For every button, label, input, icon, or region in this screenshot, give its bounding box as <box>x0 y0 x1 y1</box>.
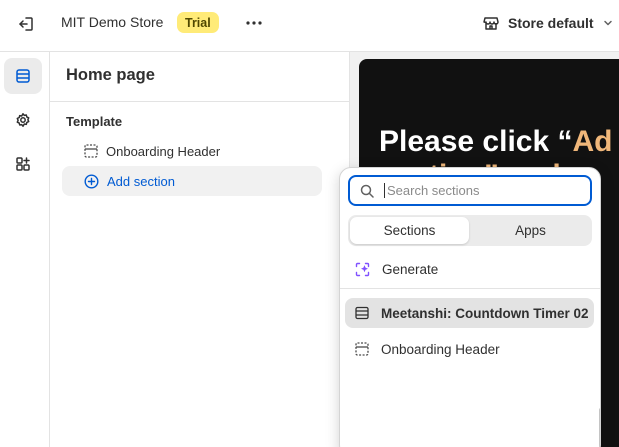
preview-heading-text: Please click “ <box>379 125 573 158</box>
generate-label: Generate <box>382 261 439 277</box>
sections-icon <box>15 68 31 84</box>
apps-icon <box>15 156 31 172</box>
page-title: Home page <box>66 66 155 84</box>
section-icon <box>355 342 369 356</box>
divider <box>50 101 350 102</box>
generate-button[interactable]: Generate <box>345 254 594 284</box>
more-actions-button[interactable] <box>240 10 268 36</box>
exit-icon <box>17 15 35 33</box>
exit-button[interactable] <box>12 10 40 38</box>
section-option-label: Meetanshi: Countdown Timer 02 <box>381 305 589 321</box>
preview-heading-accent: Ad <box>572 125 613 158</box>
left-rail <box>0 52 50 447</box>
store-name: MIT Demo Store <box>61 14 164 30</box>
section-option-countdown-timer[interactable]: Meetanshi: Countdown Timer 02 <box>345 298 594 328</box>
section-type-tabs: Sections Apps <box>348 215 592 246</box>
section-icon <box>84 144 98 158</box>
editor-sidebar: Home page Template Onboarding Header Add… <box>50 52 350 447</box>
rail-item-settings[interactable] <box>4 102 42 138</box>
section-option-label: Onboarding Header <box>381 341 500 357</box>
store-icon <box>482 14 500 32</box>
top-bar: MIT Demo Store Trial Store default <box>0 0 619 52</box>
add-section-button[interactable]: Add section <box>62 166 322 196</box>
add-section-label: Add section <box>107 173 175 189</box>
search-box[interactable] <box>348 175 592 206</box>
settings-icon <box>15 112 31 128</box>
store-selector-label: Store default <box>508 15 594 31</box>
trial-badge: Trial <box>177 12 219 33</box>
section-icon <box>355 306 369 320</box>
tab-apps[interactable]: Apps <box>471 217 590 244</box>
store-selector[interactable]: Store default <box>482 12 614 34</box>
generate-icon <box>355 262 370 277</box>
rail-item-apps[interactable] <box>4 146 42 182</box>
search-icon <box>360 184 374 198</box>
chevron-down-icon <box>602 17 614 29</box>
tab-sections[interactable]: Sections <box>350 217 469 244</box>
add-circle-icon <box>84 173 99 189</box>
more-icon <box>245 20 263 26</box>
scrollbar[interactable] <box>599 408 600 447</box>
rail-item-sections[interactable] <box>4 58 42 94</box>
add-section-popover: Sections Apps Generate Meetanshi: Countd… <box>339 167 601 447</box>
divider <box>340 288 600 289</box>
sidebar-item-label: Onboarding Header <box>106 143 221 159</box>
template-heading: Template <box>66 114 123 129</box>
search-input[interactable] <box>384 183 574 198</box>
preview-heading: Please click “Ad <box>379 125 612 159</box>
section-option-onboarding-header[interactable]: Onboarding Header <box>345 334 594 364</box>
sidebar-item-onboarding-header[interactable]: Onboarding Header <box>62 136 322 166</box>
